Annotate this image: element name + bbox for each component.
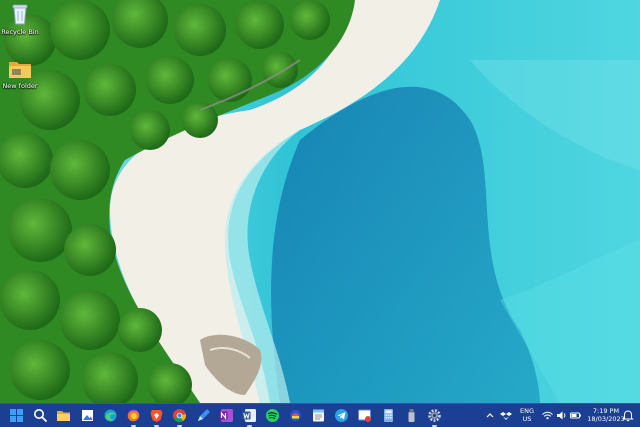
volume-button[interactable] (555, 407, 568, 424)
taskbar-brave[interactable] (148, 407, 165, 427)
taskbar-settings[interactable] (426, 407, 443, 427)
dropbox-icon (500, 412, 512, 420)
speaker-icon (557, 411, 566, 420)
firefox-icon (127, 409, 140, 422)
chevron-up-icon (486, 413, 494, 418)
taskbar-word[interactable] (241, 407, 258, 427)
bell-icon (622, 410, 634, 422)
taskbar-photo-app[interactable] (79, 407, 96, 424)
taskbar-telegram[interactable] (333, 407, 350, 424)
show-hidden-icons-button[interactable] (484, 407, 496, 424)
chrome-icon (173, 409, 187, 423)
taskbar-usb-drive[interactable] (403, 407, 420, 424)
taskbar-snipping-tool[interactable] (356, 407, 373, 424)
settings-icon (428, 409, 441, 422)
notifications-button[interactable] (621, 407, 635, 424)
word-icon (242, 409, 256, 422)
usb-drive-icon (408, 409, 415, 422)
telegram-icon (335, 409, 348, 422)
taskbar-onenote[interactable] (218, 407, 235, 424)
taskbar-spotify[interactable] (264, 407, 281, 424)
calculator-icon (384, 409, 393, 422)
battery-icon (570, 412, 581, 419)
taskbar-firefox[interactable] (125, 407, 142, 427)
photo-app-icon (82, 410, 93, 421)
recycle-bin-icon (12, 4, 28, 25)
wifi-button[interactable] (541, 407, 554, 424)
search-icon (34, 409, 47, 422)
brave-icon (150, 410, 163, 422)
wifi-icon (542, 411, 553, 420)
file-explorer-icon (57, 411, 70, 421)
start-button[interactable] (8, 407, 25, 424)
onenote-icon (219, 409, 233, 422)
spotify-icon (266, 409, 279, 422)
taskbar-file-explorer[interactable] (55, 407, 72, 424)
recycle-bin-label: Recycle Bin (1, 28, 39, 36)
battery-button[interactable] (569, 407, 582, 424)
language-code: ENG (519, 407, 534, 415)
keyboard-layout: US (522, 415, 532, 423)
taskbar: ENG US 7:19 PM 18/03/2023 (0, 403, 640, 427)
app-icon (290, 410, 301, 421)
windows-start-icon (10, 409, 23, 422)
snipping-tool-icon (358, 409, 371, 422)
pen-app-icon (198, 409, 210, 421)
notepad-icon (313, 409, 324, 422)
desktop-wallpaper (0, 0, 640, 403)
new-folder-label: New folder (2, 82, 38, 90)
taskbar-edge[interactable] (102, 407, 119, 424)
taskbar-pen-app[interactable] (195, 407, 212, 424)
dropbox-tray-button[interactable] (499, 407, 513, 424)
taskbar-calculator[interactable] (380, 407, 397, 424)
taskbar-chrome[interactable] (171, 407, 188, 427)
taskbar-search-button[interactable] (32, 407, 49, 424)
taskbar-app[interactable] (287, 407, 304, 424)
new-folder-shortcut[interactable]: New folder (0, 59, 40, 90)
recycle-bin-shortcut[interactable]: Recycle Bin (0, 3, 40, 36)
taskbar-notepad[interactable] (310, 407, 327, 424)
desktop[interactable]: Recycle Bin New folder (0, 0, 640, 403)
language-indicator[interactable]: ENG US (516, 407, 538, 423)
edge-icon (104, 409, 117, 422)
folder-icon (9, 62, 31, 78)
